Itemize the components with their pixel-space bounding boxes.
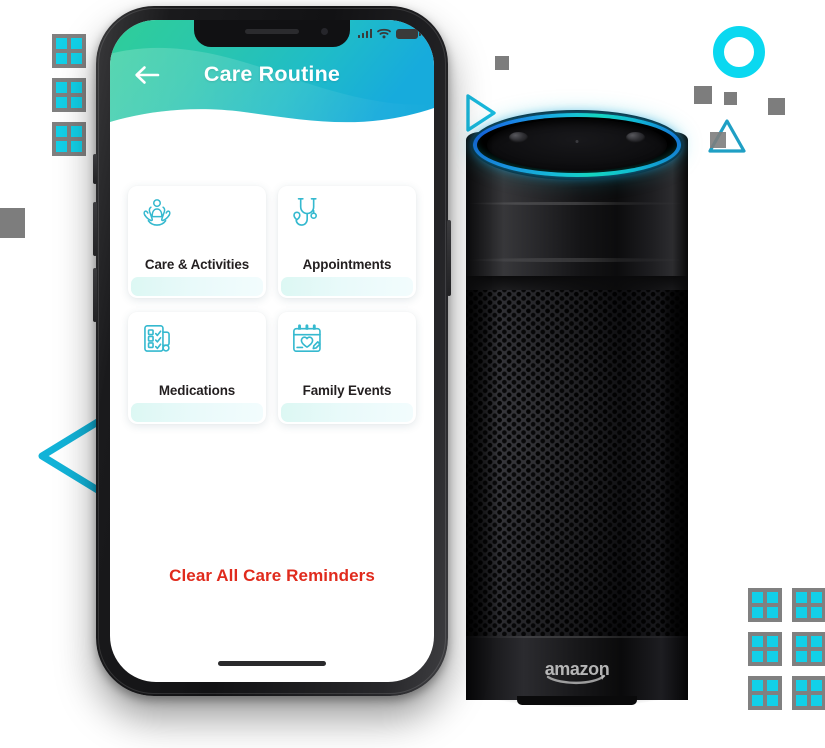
phone-mute-switch[interactable] bbox=[93, 154, 97, 184]
echo-seam-upper bbox=[468, 202, 686, 205]
echo-foot bbox=[517, 696, 637, 705]
card-medications[interactable]: Medications bbox=[128, 312, 266, 424]
dot-grid-right bbox=[748, 588, 825, 710]
square-shape-mid-e bbox=[710, 132, 726, 148]
dot-grid-cell bbox=[748, 588, 782, 622]
phone-notch bbox=[194, 20, 350, 47]
card-label: Care & Activities bbox=[144, 257, 250, 272]
echo-top-surface bbox=[471, 110, 683, 180]
card-footer-strip bbox=[131, 277, 263, 296]
mute-button[interactable] bbox=[509, 132, 528, 143]
square-shape-mid-b bbox=[694, 86, 712, 104]
phone-screen: Care Routine Care & Activities Appointme… bbox=[110, 20, 434, 682]
square-shape-mid-d bbox=[768, 98, 785, 115]
clear-all-care-reminders-link[interactable]: Clear All Care Reminders bbox=[110, 566, 434, 586]
smartphone-device: Care Routine Care & Activities Appointme… bbox=[93, 6, 451, 696]
dot-grid-cell bbox=[792, 676, 825, 710]
echo-base: amazon bbox=[466, 636, 688, 705]
care-category-grid: Care & Activities Appointments Medicatio… bbox=[128, 186, 416, 424]
front-camera-icon bbox=[321, 28, 328, 35]
stethoscope-heart-icon bbox=[289, 195, 325, 231]
square-shape-mid-c bbox=[724, 92, 737, 105]
dot-grid-left bbox=[52, 34, 86, 156]
phone-volume-down-button[interactable] bbox=[93, 268, 97, 322]
circle-outline-shape bbox=[713, 26, 765, 78]
square-shape-left bbox=[0, 208, 25, 238]
dot-grid-cell bbox=[52, 34, 86, 68]
scene-stage: amazon Care Routine Care & Activities Ap… bbox=[0, 0, 825, 748]
dot-grid-cell bbox=[748, 632, 782, 666]
card-appointments[interactable]: Appointments bbox=[278, 186, 416, 298]
card-label: Medications bbox=[158, 383, 236, 398]
card-label: Family Events bbox=[302, 383, 392, 398]
echo-speaker-grille bbox=[466, 290, 688, 650]
signal-bars-icon bbox=[357, 29, 372, 38]
card-family-events[interactable]: Family Events bbox=[278, 312, 416, 424]
card-label: Appointments bbox=[302, 257, 392, 272]
card-care-activities[interactable]: Care & Activities bbox=[128, 186, 266, 298]
hands-holding-person-icon bbox=[139, 195, 175, 231]
phone-volume-up-button[interactable] bbox=[93, 202, 97, 256]
card-footer-strip bbox=[281, 277, 413, 296]
dot-grid-cell bbox=[748, 676, 782, 710]
echo-seam-lower bbox=[468, 258, 686, 262]
battery-full-icon bbox=[396, 28, 421, 39]
home-indicator-bar[interactable] bbox=[218, 661, 326, 666]
action-button[interactable] bbox=[626, 132, 645, 143]
calendar-heart-icon bbox=[289, 321, 325, 357]
card-footer-strip bbox=[281, 403, 413, 422]
square-shape-mid-a bbox=[495, 56, 509, 70]
microphone-pinhole bbox=[575, 140, 579, 143]
back-button[interactable] bbox=[132, 62, 162, 88]
amazon-smile-icon bbox=[546, 674, 606, 685]
wifi-icon bbox=[377, 28, 391, 39]
amazon-echo-device: amazon bbox=[466, 110, 688, 705]
dot-grid-cell bbox=[52, 122, 86, 156]
checklist-clipboard-icon bbox=[139, 321, 175, 357]
dot-grid-cell bbox=[792, 588, 825, 622]
phone-power-button[interactable] bbox=[447, 220, 451, 296]
dot-grid-cell bbox=[52, 78, 86, 112]
earpiece-speaker bbox=[245, 29, 299, 34]
dot-grid-cell bbox=[792, 632, 825, 666]
card-footer-strip bbox=[131, 403, 263, 422]
